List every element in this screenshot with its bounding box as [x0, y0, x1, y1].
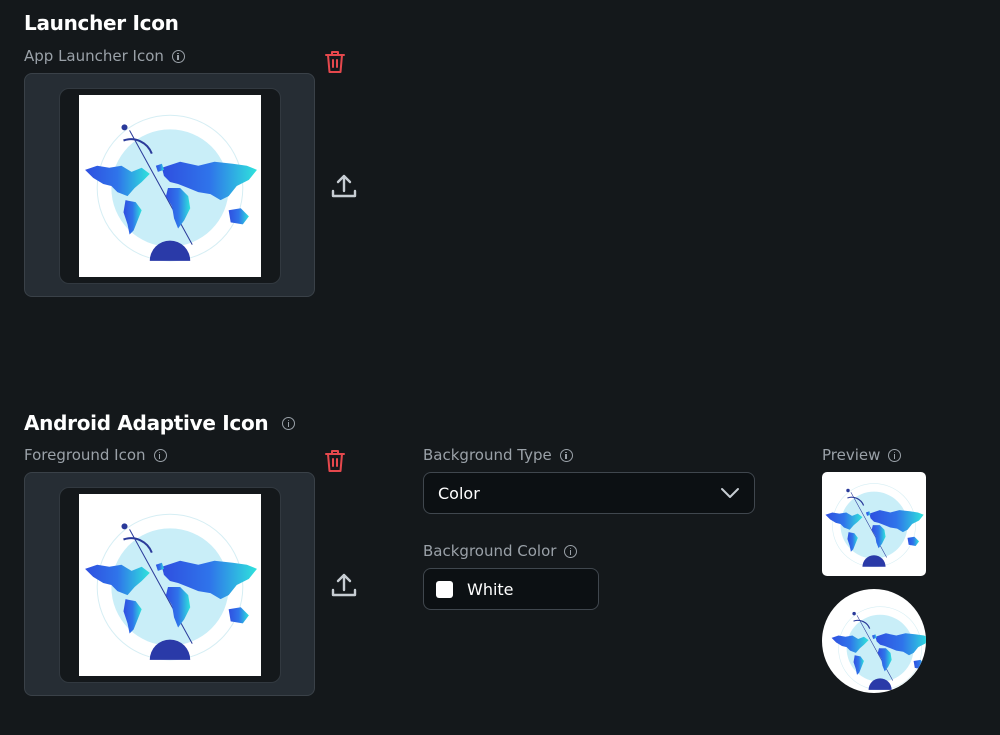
foreground-icon-label-text: Foreground Icon: [24, 446, 146, 464]
trash-icon: [325, 450, 345, 472]
delete-launcher-icon-button[interactable]: [323, 49, 347, 75]
info-icon[interactable]: [564, 544, 578, 558]
preview-square: [822, 472, 926, 576]
background-color-label: Background Color: [423, 542, 578, 560]
background-type-label: Background Type: [423, 446, 573, 464]
launcher-icon-frame: [59, 88, 281, 284]
background-type-select[interactable]: Color: [423, 472, 755, 514]
background-type-value: Color: [438, 483, 480, 503]
upload-icon: [331, 174, 357, 198]
color-swatch[interactable]: [436, 580, 453, 598]
trash-icon: [325, 51, 345, 73]
adaptive-section-title: Android Adaptive Icon: [24, 411, 269, 435]
launcher-icon-dropzone[interactable]: [24, 73, 315, 297]
info-icon[interactable]: [559, 448, 573, 462]
preview-label: Preview: [822, 446, 902, 464]
info-icon[interactable]: [282, 416, 296, 430]
info-icon[interactable]: [171, 49, 185, 63]
preview-label-text: Preview: [822, 446, 881, 464]
launcher-section-title: Launcher Icon: [24, 11, 179, 35]
app-launcher-icon-label-text: App Launcher Icon: [24, 47, 164, 65]
foreground-icon-image: [79, 494, 261, 676]
launcher-icon-image: [79, 95, 261, 277]
info-icon[interactable]: [888, 448, 902, 462]
adaptive-section-header: Android Adaptive Icon: [24, 411, 296, 435]
foreground-icon-frame: [59, 487, 281, 683]
delete-foreground-icon-button[interactable]: [323, 448, 347, 474]
background-color-picker[interactable]: White: [423, 568, 599, 610]
upload-launcher-icon-button[interactable]: [330, 172, 358, 200]
info-icon[interactable]: [153, 448, 167, 462]
preview-circle: [822, 589, 926, 693]
upload-icon: [331, 573, 357, 597]
upload-foreground-icon-button[interactable]: [330, 571, 358, 599]
foreground-icon-label: Foreground Icon: [24, 446, 167, 464]
background-color-label-text: Background Color: [423, 542, 557, 560]
foreground-icon-dropzone[interactable]: [24, 472, 315, 696]
chevron-down-icon: [721, 488, 739, 498]
app-launcher-icon-label: App Launcher Icon: [24, 47, 185, 65]
background-type-label-text: Background Type: [423, 446, 552, 464]
background-color-value: White: [467, 579, 514, 599]
